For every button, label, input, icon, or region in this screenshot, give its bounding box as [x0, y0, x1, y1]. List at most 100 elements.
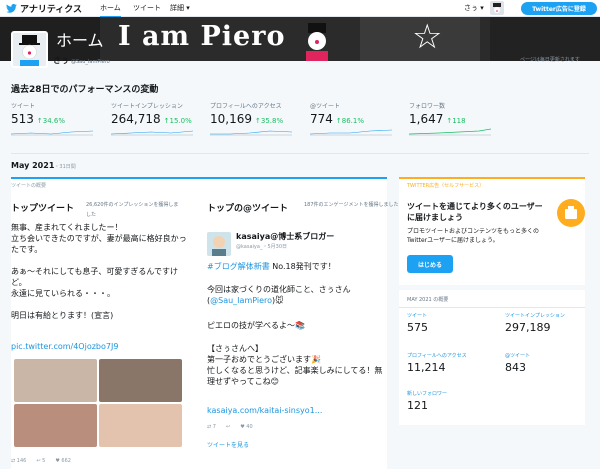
brand[interactable]: アナリティクス [6, 2, 82, 15]
mention-link[interactable]: @Sau_IamPiero [210, 296, 272, 305]
retweet-icon: ⇄ [207, 424, 212, 430]
stat-value: 10,169 [210, 112, 252, 126]
mention-author-name[interactable]: kasaiya@博士系ブロガー [236, 231, 334, 242]
like-count-value: 662 [61, 458, 71, 464]
stat-value: 774 [310, 112, 333, 126]
user-menu[interactable]: さぅ ▾ [464, 3, 484, 13]
stat-followers[interactable]: フォロワー数 1,647 ↑118 [409, 101, 497, 136]
summary-value: 11,214 [407, 361, 446, 374]
month-heading: May 2021・31日間 [11, 161, 76, 170]
stat-label: プロフィールへのアクセス [210, 103, 282, 110]
top-tweet-actions: ⇄ 146 ↩ 5 ♥ 662 [11, 458, 71, 464]
month-summary-header: MAY 2021 の概要 [407, 297, 449, 303]
stat-change: ↑86.1% [335, 117, 365, 125]
summary-profile-visits[interactable]: プロフィールへのアクセス 11,214 [407, 352, 497, 374]
promo-title: ツイートを通じてより多くのユーザーに届けましょう [407, 202, 543, 222]
photo-1[interactable] [14, 359, 97, 402]
reply-count[interactable]: ↩ [226, 424, 230, 430]
tweet-summary-panel: ツイートの概要 トップツイート 26,620件のインプレッションを獲得しました … [11, 177, 398, 469]
section-divider [11, 153, 589, 154]
photo-3[interactable] [14, 404, 97, 447]
username: @Sau_IamPiero [71, 59, 110, 65]
retweet-count[interactable]: ⇄ 146 [11, 458, 26, 464]
summary-label: ツイート [407, 313, 428, 319]
stat-label: ツイート [11, 103, 36, 110]
month-summary-panel: MAY 2021 の概要 ツイート 575 ツイートインプレッション 297,1… [399, 290, 585, 425]
photo-2[interactable] [99, 359, 182, 402]
get-started-button[interactable]: はじめる [407, 255, 453, 273]
sparkline [409, 128, 491, 136]
like-icon: ♥ [240, 424, 245, 430]
daily-update-note: ページは毎日更新されます [520, 57, 580, 63]
retweet-count[interactable]: ⇄ 7 [207, 424, 216, 430]
summary-divider [399, 307, 585, 308]
stat-change: ↑15.0% [163, 117, 192, 125]
top-tweet-photos[interactable] [14, 359, 182, 447]
stat-mentions[interactable]: @ツイート 774 ↑86.1% [310, 101, 398, 136]
photo-4[interactable] [99, 404, 182, 447]
star-illustration: ☆ [412, 17, 443, 57]
stat-label: @ツイート [310, 103, 341, 110]
like-count[interactable]: ♥ 40 [240, 424, 252, 430]
summary-value: 575 [407, 321, 428, 334]
mention-blog-link[interactable]: kasaiya.com/kaitai-sinsyo1... [207, 405, 322, 416]
stat-profile-visits[interactable]: プロフィールへのアクセス 10,169 ↑35.8% [210, 101, 298, 136]
summary-value: 297,189 [505, 321, 551, 334]
mention-line-1-text: No.18発刊です！ [269, 262, 336, 271]
top-tweet-link[interactable]: pic.twitter.com/4Ojozbo7J9 [11, 341, 118, 352]
mention-line-1: #ブログ解体新書 No.18発刊です！ [207, 261, 385, 272]
nav-home[interactable]: ホーム [100, 3, 121, 18]
like-count[interactable]: ♥ 662 [55, 458, 71, 464]
top-mention-title: トップの@ツイート [207, 204, 289, 214]
reply-icon: ↩ [36, 458, 41, 464]
summary-label: プロフィールへのアクセス [407, 353, 467, 359]
retweet-count-value: 7 [212, 424, 216, 430]
like-count-value: 40 [246, 424, 253, 430]
promo-header: TWITTER広告（セルフサービス） [407, 183, 485, 189]
summary-mentions[interactable]: @ツイート 843 [505, 352, 595, 374]
sparkline [210, 130, 292, 136]
like-icon: ♥ [55, 458, 60, 464]
top-tweet-text: 無事、産まれてくれましたー！ 立ち会いできたのですが、妻が最高に格好良かったです… [11, 223, 187, 320]
banner-vertical-text [490, 17, 600, 61]
mention-line-3: ピエロの技が学べるよ〜📚 [207, 321, 305, 330]
mention-line-2: 今回は家づくりの道化師こと、さぅさん(@Sau_IamPiero)🐭 [207, 284, 385, 306]
stat-label: ツイートインプレッション [111, 103, 183, 110]
summary-new-followers[interactable]: 新しいフォロワー 121 [407, 390, 497, 412]
reply-icon: ↩ [225, 424, 231, 430]
top-tweet-title: トップツイート [11, 204, 75, 214]
top-mention-subtitle-text: 187件のエンゲージメントを獲得しました [304, 202, 399, 208]
user-avatar[interactable] [490, 1, 504, 15]
stat-value: 513 [11, 112, 34, 126]
mention-line-4: 【さぅさんへ】 第一子おめでとうございます🎉 忙しくなると思うけど、記事楽しみに… [207, 344, 383, 386]
hashtag-link[interactable]: #ブログ解体新書 [207, 262, 270, 271]
summary-label: @ツイート [505, 353, 531, 359]
view-tweet-link[interactable]: ツイートを見る [207, 440, 249, 449]
nav-tweets[interactable]: ツイート [133, 3, 161, 13]
mention-author-avatar[interactable] [207, 232, 231, 256]
stat-tweets[interactable]: ツイート 513 ↑34.6% [11, 101, 99, 136]
summary-tweets[interactable]: ツイート 575 [407, 312, 497, 334]
stat-change: ↑34.6% [36, 117, 66, 125]
summary-impressions[interactable]: ツイートインプレッション 297,189 [505, 312, 595, 334]
sparkline [11, 130, 93, 136]
megaphone-icon [557, 199, 585, 227]
summary-label: ツイートインプレッション [505, 313, 565, 319]
promo-body: プロモツイートおよびコンテンツをもっと多くのTwitterユーザーに届けましょう… [407, 228, 540, 244]
top-mention-subtitle: 187件のエンゲージメントを獲得しました [304, 200, 399, 210]
reply-count[interactable]: ↩ 5 [36, 458, 45, 464]
banner-text: I am Piero [118, 21, 286, 52]
page-title: ホーム [56, 31, 104, 50]
profile-avatar[interactable] [11, 31, 48, 68]
sparkline [310, 129, 392, 136]
nav-more[interactable]: 詳細 ▾ [170, 3, 190, 13]
top-tweet-subtitle: 26,620件のインプレッションを獲得しました [86, 200, 181, 220]
stat-impressions[interactable]: ツイートインプレッション 264,718 ↑15.0% [111, 101, 199, 136]
month-title: May 2021 [11, 161, 55, 170]
account-handle: さぅ @Sau_IamPiero [53, 55, 110, 66]
twitter-ads-signup-button[interactable]: Twitter広告に登録 [521, 2, 597, 15]
mention-author-handle: @kasaiya_・5月30日 [236, 244, 287, 250]
stat-change: ↑118 [446, 117, 466, 125]
clown-illustration [306, 23, 328, 61]
mention-line-2b: )🐭 [272, 296, 284, 305]
